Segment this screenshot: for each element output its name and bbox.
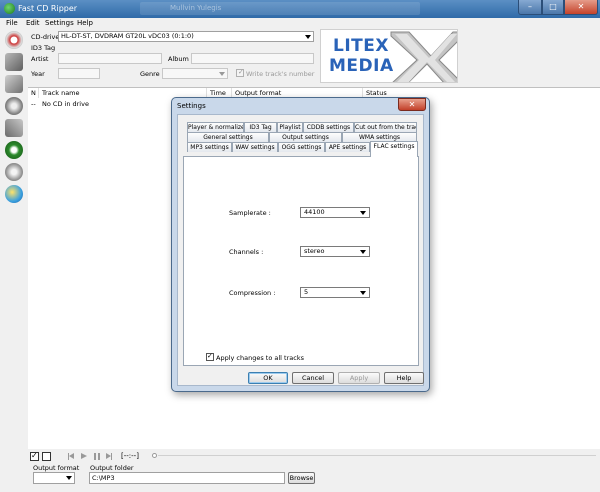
tab-mp3-settings[interactable]: MP3 settings [187,142,232,152]
tab-ape-settings[interactable]: APE settings [325,142,370,152]
samplerate-select[interactable]: 44100 [300,207,370,218]
row-number: -- [31,100,36,108]
channels-value: stereo [304,247,325,255]
output-folder-label: Output folder [90,464,134,472]
album-field[interactable] [191,53,314,64]
rip-cd-icon[interactable] [5,31,23,49]
close-button[interactable]: ✕ [564,0,598,15]
tab-player-normalize[interactable]: Player & normalize [187,122,244,132]
title-bar: Fast CD Ripper Mullvin Yulegis – □ ✕ [0,0,600,18]
help-globe-icon[interactable] [5,185,23,203]
chevron-down-icon [360,291,366,295]
row-track-name: No CD in drive [42,100,89,108]
compression-label: Compression : [229,289,276,297]
tab-cut-out-from-track[interactable]: Cut out from the track [354,122,417,132]
chevron-down-icon [66,476,72,480]
disc-info-icon[interactable] [5,97,23,115]
settings-gear-icon[interactable] [5,141,23,159]
menu-bar: File Edit Settings Help [0,18,600,29]
convert-icon[interactable] [5,75,23,93]
samplerate-label: Samplerate : [229,209,271,217]
tab-flac-settings[interactable]: FLAC settings [370,141,418,157]
output-folder-input[interactable]: C:\MP3 [89,472,285,484]
tab-cddb-settings[interactable]: CDDB settings [303,122,354,132]
channels-label: Channels : [229,248,264,256]
channels-select[interactable]: stereo [300,246,370,257]
ok-button[interactable]: OK [248,372,288,384]
tab-wav-settings[interactable]: WAV settings [232,142,278,152]
column-header-n[interactable]: N [28,88,39,98]
write-track-number-label: Write track's number [246,70,315,78]
menu-file[interactable]: File [6,18,18,29]
samplerate-value: 44100 [304,208,325,216]
litex-media-logo: LITEX MEDIA [320,29,458,83]
chevron-down-icon [305,35,311,39]
deselect-all-checkbox[interactable] [42,452,51,461]
output-format-select[interactable] [33,472,75,484]
pause-icon[interactable] [94,453,100,460]
eject-cd-icon[interactable] [5,163,23,181]
settings-dialog: Settings ✕ Player & normalize ID3 Tag Pl… [171,97,430,392]
tab-general-settings[interactable]: General settings [187,132,269,142]
left-toolbar [0,29,28,449]
artist-field[interactable] [58,53,162,64]
dialog-close-button[interactable]: ✕ [398,98,426,111]
genre-label: Genre [140,70,160,78]
minimize-button[interactable]: – [518,0,542,15]
next-track-icon[interactable] [106,453,112,460]
app-icon [4,3,15,14]
tab-ogg-settings[interactable]: OGG settings [278,142,325,152]
dialog-body: Player & normalize ID3 Tag Playlist CDDB… [177,114,424,386]
previous-track-icon[interactable] [68,453,74,460]
position-slider-thumb[interactable] [152,453,157,458]
help-button[interactable]: Help [384,372,424,384]
logo-text-media: MEDIA [329,56,394,76]
chevron-down-icon [360,211,366,215]
select-all-checkbox[interactable]: ✓ [30,451,39,461]
year-label: Year [31,70,45,78]
compression-value: 5 [304,288,309,296]
maximize-button[interactable]: □ [542,0,564,15]
dialog-title: Settings [177,102,206,110]
time-display: [--:--] [121,452,139,460]
tools-icon[interactable] [5,119,23,137]
encode-icon[interactable] [5,53,23,71]
background-window-title: Mullvin Yulegis [170,4,222,12]
window-title: Fast CD Ripper [18,4,78,13]
menu-edit[interactable]: Edit [26,18,40,29]
compression-select[interactable]: 5 [300,287,370,298]
browse-button[interactable]: Browse [288,472,315,484]
bottom-panel: ✓ [--:--] Output format Output folder C:… [0,449,600,492]
apply-all-tracks-checkbox[interactable]: ✓ [206,352,214,361]
menu-help[interactable]: Help [77,18,93,29]
album-label: Album [168,55,189,63]
cancel-button[interactable]: Cancel [292,372,334,384]
apply-all-tracks-label: Apply changes to all tracks [216,354,304,362]
cd-drive-label: CD-drive [31,33,60,41]
output-format-label: Output format [33,464,80,472]
logo-text-litex: LITEX [333,36,389,56]
cd-drive-value: HL-DT-ST, DVDRAM GT20L vDC03 (0:1:0) [61,32,194,40]
genre-select[interactable] [162,68,228,79]
position-slider-track[interactable] [158,455,596,456]
chevron-down-icon [219,72,225,76]
flac-settings-panel: Samplerate : 44100 Channels : stereo Com… [183,156,419,366]
menu-settings[interactable]: Settings [45,18,74,29]
tab-playlist[interactable]: Playlist [277,122,303,132]
cd-drive-select[interactable]: HL-DT-ST, DVDRAM GT20L vDC03 (0:1:0) [58,31,314,42]
tab-output-settings[interactable]: Output settings [269,132,342,142]
id3-tag-label: ID3 Tag [31,44,56,52]
artist-label: Artist [31,55,49,63]
write-track-number-checkbox[interactable]: ✓ [236,68,244,77]
apply-button[interactable]: Apply [338,372,380,384]
chevron-down-icon [360,250,366,254]
year-field[interactable] [58,68,100,79]
play-icon[interactable] [81,453,87,459]
tab-id3-tag[interactable]: ID3 Tag [244,122,277,132]
